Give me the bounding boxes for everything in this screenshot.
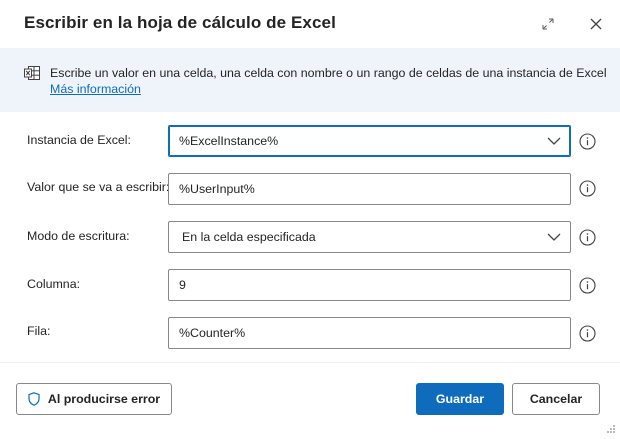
value-to-write-input[interactable]: %UserInput% xyxy=(168,173,571,205)
cancel-button[interactable]: Cancelar xyxy=(512,383,600,415)
save-label: Guardar xyxy=(435,392,485,406)
chevron-down-icon xyxy=(538,137,570,145)
row-label: Fila: xyxy=(27,324,51,338)
column-value: 9 xyxy=(179,278,186,292)
info-icon[interactable] xyxy=(578,179,596,197)
write-mode-label: Modo de escritura: xyxy=(27,229,130,243)
more-info-link[interactable]: Más información xyxy=(50,82,141,96)
cancel-label: Cancelar xyxy=(529,392,583,406)
instance-label: Instancia de Excel: xyxy=(27,133,132,147)
shield-icon xyxy=(28,392,40,406)
on-error-label: Al producirse error xyxy=(47,392,161,406)
on-error-button[interactable]: Al producirse error xyxy=(16,383,172,415)
expand-button[interactable] xyxy=(536,12,560,36)
chevron-down-icon xyxy=(538,233,570,241)
column-label: Columna: xyxy=(27,277,81,291)
info-icon[interactable] xyxy=(578,228,596,246)
info-description: Escribe un valor en una celda, una celda… xyxy=(50,66,607,80)
close-button[interactable] xyxy=(584,12,608,36)
dialog-title: Escribir en la hoja de cálculo de Excel xyxy=(24,13,336,32)
save-button[interactable]: Guardar xyxy=(416,383,504,415)
expand-icon xyxy=(542,18,554,30)
close-icon xyxy=(590,18,602,30)
info-icon[interactable] xyxy=(578,132,596,150)
row-input[interactable]: %Counter% xyxy=(168,317,571,349)
value-to-write-label: Valor que se va a escribir: xyxy=(27,180,170,194)
column-input[interactable]: 9 xyxy=(168,269,571,301)
excel-instance-value: %ExcelInstance% xyxy=(179,134,279,148)
info-icon[interactable] xyxy=(578,324,596,342)
resize-grip-icon[interactable] xyxy=(606,421,616,439)
info-banner: Escribe un valor en una celda, una celda… xyxy=(0,48,620,112)
write-mode-value: En la celda especificada xyxy=(182,230,316,244)
info-icon[interactable] xyxy=(578,276,596,294)
excel-instance-dropdown[interactable]: %ExcelInstance% xyxy=(168,125,571,157)
value-to-write-value: %UserInput% xyxy=(179,182,255,196)
excel-worksheet-icon xyxy=(24,66,40,85)
footer-divider xyxy=(0,362,620,363)
write-excel-dialog: Escribir en la hoja de cálculo de Excel xyxy=(0,0,620,435)
row-value: %Counter% xyxy=(179,326,246,340)
write-mode-dropdown[interactable]: En la celda especificada xyxy=(168,221,571,253)
